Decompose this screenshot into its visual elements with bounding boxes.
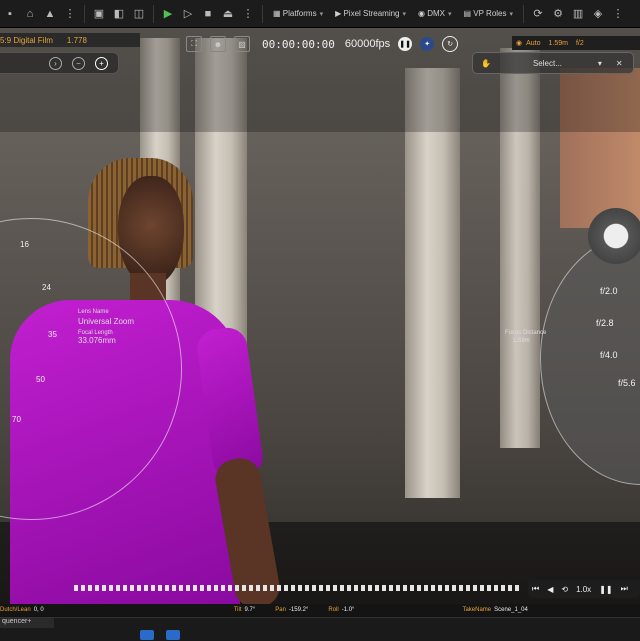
reset-icon[interactable]: ↻ xyxy=(442,36,459,52)
focal-tick-50: 50 xyxy=(36,375,45,384)
focus-distance-value: 1.59m xyxy=(513,338,530,344)
take-label: TakeName xyxy=(462,607,492,613)
gizmo-icon[interactable]: ✦ xyxy=(420,37,435,51)
take-value: Scene_1_04 xyxy=(494,607,528,613)
pixel-streaming-menu[interactable]: ▶ Pixel Streaming ▾ xyxy=(335,9,406,18)
timeline-scrubber[interactable] xyxy=(74,585,520,591)
skip-back-icon[interactable]: ⏮ xyxy=(532,584,539,594)
roll-label: Roll xyxy=(328,607,339,613)
chevron-down-icon: ▾ xyxy=(448,10,452,18)
play-icon[interactable]: ▶ xyxy=(161,7,175,21)
iris-icon xyxy=(588,208,640,264)
chevron-down-icon: ▾ xyxy=(319,10,324,18)
blueprint-icon[interactable]: ◧ xyxy=(112,7,126,21)
fstop-2-0: f/2.0 xyxy=(600,286,618,296)
pan-value: -159.2° xyxy=(288,607,309,613)
frame-icon[interactable]: ⛶ xyxy=(186,36,202,52)
person-icon[interactable]: ☻ xyxy=(210,36,226,52)
lens-control-panel: › − + xyxy=(0,52,119,74)
snap-icon[interactable]: ⋮ xyxy=(63,7,77,21)
actor-select-panel: ✋ Select... ▾ ✕ xyxy=(472,52,634,74)
cinematics-icon[interactable]: ◫ xyxy=(132,7,146,21)
layout-icon[interactable]: ▥ xyxy=(571,7,585,21)
skip-forward-icon[interactable]: ⏭ xyxy=(621,584,628,594)
add-actor-icon[interactable]: ▣ xyxy=(92,7,106,21)
sequencer-panel xyxy=(0,617,640,641)
lens-name-value: Universal Zoom xyxy=(78,317,135,326)
close-icon[interactable]: ✕ xyxy=(616,59,623,68)
dutch-label: Dutch/Lean xyxy=(0,607,31,613)
stop-icon[interactable]: ■ xyxy=(201,7,215,21)
platforms-icon: ▦ xyxy=(273,9,283,18)
fstop-2-8: f/2.8 xyxy=(596,318,614,328)
focus-distance-label: Focus Distance xyxy=(505,330,547,336)
chevron-down-icon: ▾ xyxy=(597,58,602,68)
main-toolbar: ▪ ⌂ ▲ ⋮ ▣ ◧ ◫ ▶ ▷ ■ ⏏ ⋮ ▦ Platforms ▾ ▶ … xyxy=(0,0,640,28)
pixel-streaming-icon: ▶ xyxy=(335,9,344,18)
tilt-value: 9.7° xyxy=(244,607,256,613)
focal-tick-24: 24 xyxy=(42,283,51,292)
grid-icon[interactable]: ▨ xyxy=(234,36,250,52)
chevron-down-icon: ▾ xyxy=(402,10,407,18)
landscape-icon[interactable]: ▲ xyxy=(43,7,57,21)
sequencer-tool-icon[interactable] xyxy=(140,630,154,640)
playback-speed[interactable]: 1.0x xyxy=(576,585,591,594)
platforms-menu[interactable]: ▦ Platforms ▾ xyxy=(273,9,323,18)
chevron-down-icon: ▾ xyxy=(509,10,514,18)
select-dropdown[interactable]: Select... xyxy=(533,59,562,68)
play-options-icon[interactable]: ⋮ xyxy=(241,7,255,21)
camera-status-bar: Dutch/Lean 0, 0 Tilt 9.7° Pan -159.2° Ro… xyxy=(0,604,640,616)
roll-value: -1.0° xyxy=(341,607,355,613)
dutch-value: 0, 0 xyxy=(33,607,44,613)
more-icon[interactable]: ⋮ xyxy=(611,7,625,21)
camera-viewport[interactable]: 16 24 35 50 70 Lens Name Universal Zoom … xyxy=(0,28,640,604)
pan-label: Pan xyxy=(275,607,286,613)
hand-icon[interactable]: ✋ xyxy=(481,59,491,68)
save-icon[interactable]: ▪ xyxy=(3,7,17,21)
play-reverse-icon[interactable]: ◀ xyxy=(547,585,553,594)
dmx-icon: ◉ xyxy=(418,9,428,18)
transport-controls: ⏮ ◀ ⟲ 1.0x ❚❚ ⏭ xyxy=(528,580,640,598)
camera-icon[interactable]: ◈ xyxy=(591,7,605,21)
frame-rate: 60000fps xyxy=(344,38,391,50)
column xyxy=(405,68,460,498)
pause-icon[interactable]: ❚❚ xyxy=(599,585,612,594)
speed-rewind-icon[interactable]: ⟲ xyxy=(561,585,568,594)
focal-tick-35: 35 xyxy=(48,330,57,339)
lens-name-label: Lens Name xyxy=(78,309,109,315)
sequencer-tab[interactable]: quencer+ xyxy=(0,618,54,628)
tilt-label: Tilt xyxy=(233,607,242,613)
pause-icon[interactable]: ❚❚ xyxy=(398,37,413,51)
fstop-5-6: f/5.6 xyxy=(618,378,636,388)
step-icon[interactable]: ▷ xyxy=(181,7,195,21)
mode-icon[interactable]: ⌂ xyxy=(23,7,37,21)
source-control-icon[interactable]: ⟳ xyxy=(531,7,545,21)
arrow-right-icon[interactable]: › xyxy=(49,56,62,70)
focal-length-value: 33.076mm xyxy=(78,336,116,345)
focal-tick-16: 16 xyxy=(20,240,29,249)
settings-icon[interactable]: ⚙ xyxy=(551,7,565,21)
vp-roles-menu[interactable]: ▤ VP Roles ▾ xyxy=(464,9,514,18)
minus-icon[interactable]: − xyxy=(72,56,85,70)
dmx-menu[interactable]: ◉ DMX ▾ xyxy=(418,9,452,18)
plus-icon[interactable]: + xyxy=(95,56,108,70)
vp-roles-icon: ▤ xyxy=(463,9,474,18)
eject-icon[interactable]: ⏏ xyxy=(221,7,235,21)
timecode: 00:00:00:00 xyxy=(262,37,335,51)
fstop-4-0: f/4.0 xyxy=(600,350,618,360)
focal-tick-70: 70 xyxy=(12,415,21,424)
sequencer-tool-icon[interactable] xyxy=(166,630,180,640)
